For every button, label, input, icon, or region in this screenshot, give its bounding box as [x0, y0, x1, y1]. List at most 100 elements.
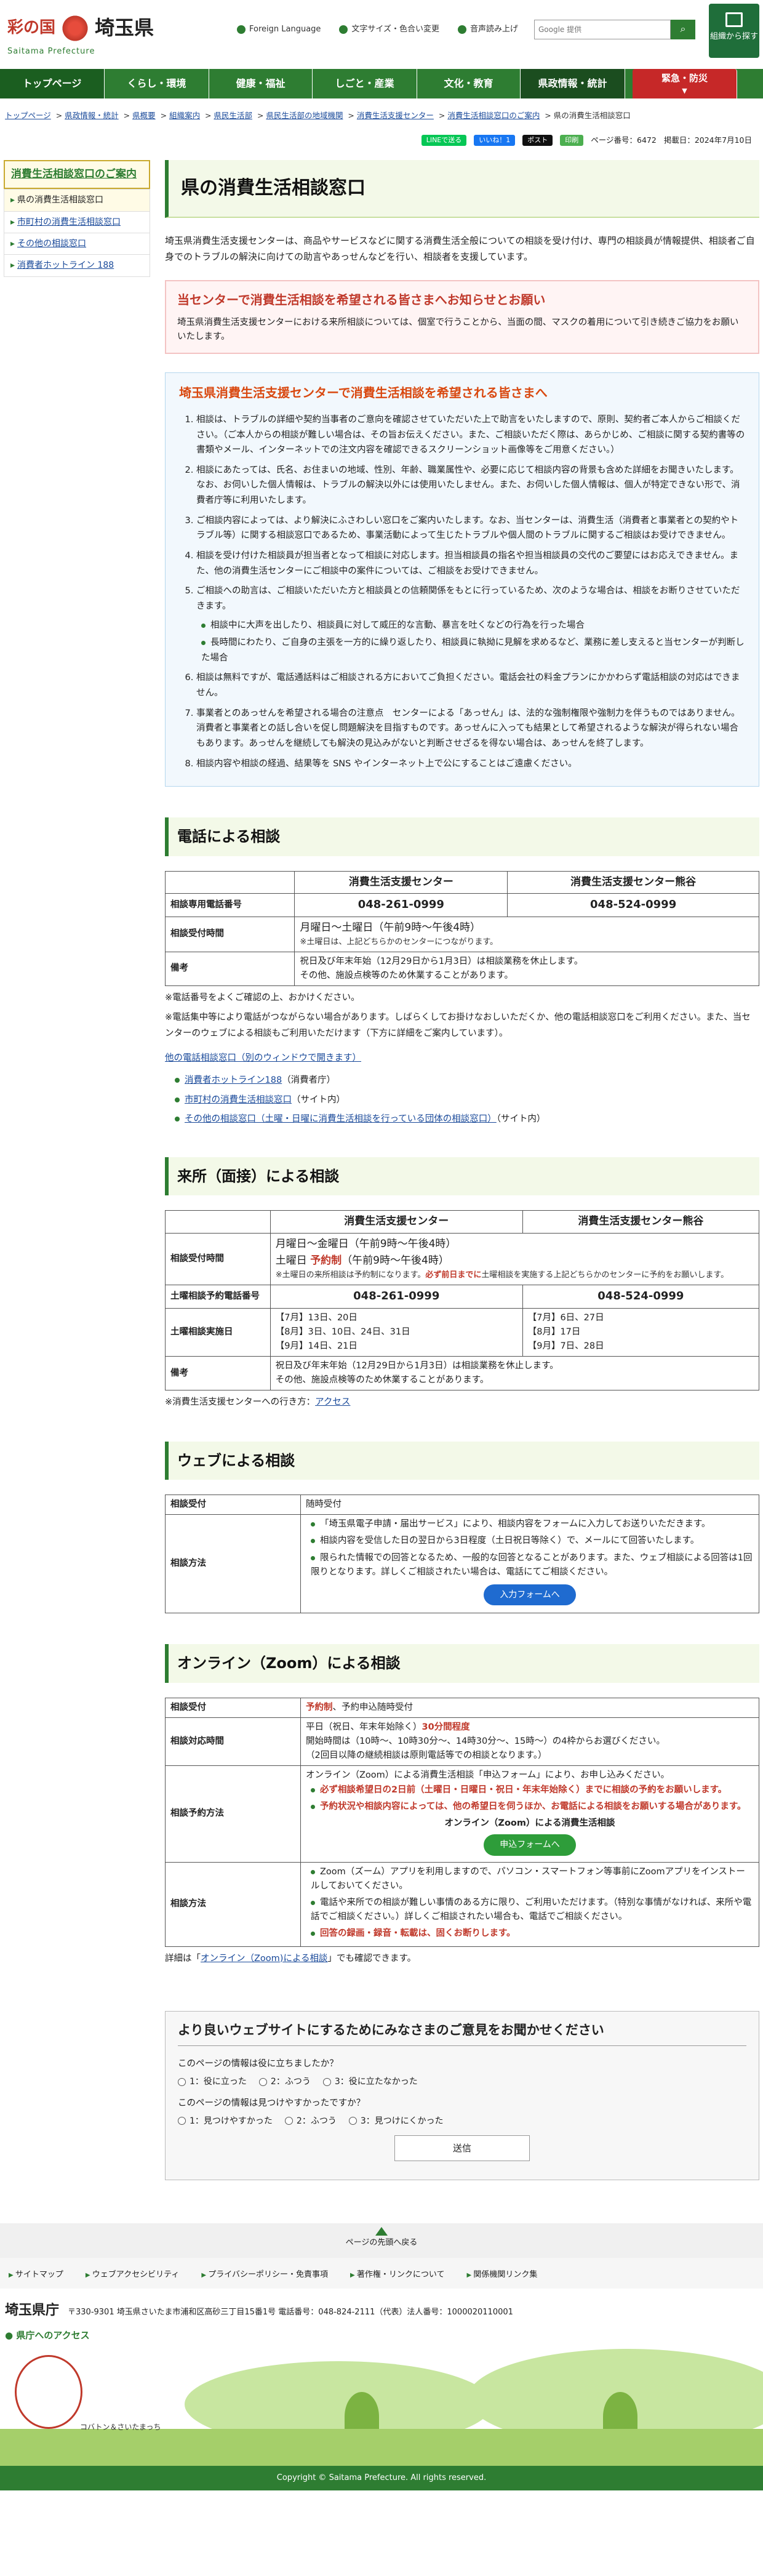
hotline-link[interactable]: 消費者ホットライン188: [185, 1075, 282, 1085]
page-top-label: ページの先頭へ戻る: [345, 2238, 418, 2248]
breadcrumb-separator: >: [158, 111, 170, 120]
access-link[interactable]: アクセス: [315, 1397, 350, 1407]
zoom-method-item: Zoom（ズーム）アプリを利用しますので、パソコン・スマートフォン等事前にZoo…: [311, 1865, 754, 1893]
access-note: ※消費生活支援センターへの行き方：アクセス: [165, 1394, 759, 1410]
breadcrumb-item[interactable]: トップページ: [5, 111, 51, 120]
breadcrumb-item[interactable]: 県概要: [132, 111, 156, 120]
zoom-method-cell: Zoom（ズーム）アプリを利用しますので、パソコン・スマートフォン等事前にZoo…: [300, 1861, 759, 1947]
municipal-link[interactable]: 市町村の消費生活相談窓口: [185, 1095, 292, 1105]
org-search-label: 組織から探す: [709, 32, 758, 41]
zoom-detail-link[interactable]: オンライン（Zoom)による相談: [201, 1954, 328, 1964]
row-header: 相談受付: [165, 1697, 301, 1718]
footer-link[interactable]: サイトマップ: [9, 2269, 63, 2289]
nav-living[interactable]: くらし・環境: [105, 69, 209, 98]
remark-cell: 祝日及び年末年始（12月29日から1月3日）は相談業務を休止します。 その他、施設…: [270, 1356, 760, 1391]
print-button[interactable]: 印刷: [560, 135, 584, 146]
row-header: 土曜相談実施日: [165, 1307, 271, 1357]
nav-top[interactable]: トップページ: [0, 69, 105, 98]
sidebar-title[interactable]: 消費生活相談窓口のご案内: [4, 160, 150, 190]
sidebar-item-label[interactable]: その他の相談窓口: [17, 239, 86, 249]
other-windows-label[interactable]: 他の電話相談窓口（別のウィンドウで開きます）: [165, 1053, 361, 1063]
breadcrumb: トップページ > 県政情報・統計 > 県概要 > 組織案内 > 県民生活部 > …: [0, 98, 763, 126]
rule-item: ご相談内容によっては、より解決にふさわしい窓口をご案内いたします。なお、当センタ…: [196, 513, 745, 544]
date-line: 【7月】13日、20日: [275, 1312, 358, 1323]
breadcrumb-separator: >: [121, 111, 133, 120]
nav-work[interactable]: しごと・産業: [313, 69, 417, 98]
zoom-detail-prefix: 詳細は「: [165, 1953, 201, 1964]
line-share-button[interactable]: LINEで送る: [421, 135, 467, 146]
breadcrumb-item[interactable]: 県政情報・統計: [65, 111, 119, 120]
hours-note: ※土曜日は、上記どちらかのセンターにつながります。: [300, 937, 498, 947]
dates-cell: 【7月】13日、20日 【8月】3日、10日、24日、31日 【9月】14日、21日: [270, 1307, 523, 1357]
survey-radio[interactable]: 1：見つけやすかった: [178, 2114, 273, 2128]
font-size-icon: [339, 25, 348, 34]
mascot-label: コバトン＆さいたまっち: [80, 2422, 161, 2431]
x-post-button[interactable]: ポスト: [522, 135, 553, 146]
rule-item: 相談は無料ですが、電話通話料はご相談される方においてご負担ください。電話会社の料…: [196, 670, 745, 700]
web-table: 相談受付 随時受付 相談方法 「埼玉県電子申請・届出サービス」により、相談内容をフ…: [165, 1494, 759, 1614]
sidebar-item-label[interactable]: 消費者ホットライン 188: [17, 260, 114, 270]
breadcrumb-item: 県の消費生活相談窓口: [553, 111, 631, 120]
survey-radio[interactable]: 3：見つけにくかった: [349, 2114, 444, 2128]
sidebar-item[interactable]: ▸ その他の相談窓口: [4, 232, 150, 254]
rule-item: 相談にあたっては、氏名、お住まいの地域、性別、年齢、職業属性や、必要に応じて相談…: [196, 463, 745, 508]
access-prefix: ※消費生活支援センターへの行き方：: [165, 1397, 316, 1408]
other-window-link[interactable]: その他の相談窓口（土曜・日曜に消費生活相談を行っている団体の相談窓口）: [185, 1114, 497, 1124]
web-method-item: 「埼玉県電子申請・届出サービス」により、相談内容をフォームに入力してお送りいただ…: [311, 1517, 754, 1531]
row-header: 相談受付時間: [164, 916, 295, 952]
facebook-like-button[interactable]: いいね！1: [474, 135, 516, 146]
survey-radio[interactable]: 3：役に立たなかった: [323, 2075, 418, 2088]
survey-submit-button[interactable]: 送信: [394, 2135, 530, 2162]
survey-radio[interactable]: 2：ふつう: [259, 2075, 311, 2088]
emergency-button[interactable]: 緊急・防災 ▼: [633, 69, 737, 98]
sidebar-item[interactable]: ▸ 消費者ホットライン 188: [4, 254, 150, 276]
site-logo[interactable]: 彩の国 埼玉県 Saitama Prefecture: [7, 12, 154, 56]
apply-form-button[interactable]: 申込フォームへ: [484, 1834, 576, 1856]
saturday-hours: 土曜日 予約制（午前9時～午後4時）: [276, 1253, 754, 1269]
footer-link[interactable]: 著作権・リンクについて: [350, 2269, 445, 2289]
font-size-link[interactable]: 文字サイズ・色合い変更: [339, 23, 439, 36]
up-arrow-icon: [375, 2227, 388, 2236]
breadcrumb-item[interactable]: 消費生活支援センター: [357, 111, 434, 120]
search-icon: ⌕: [680, 24, 686, 34]
date-line: 【8月】3日、10日、24日、31日: [275, 1326, 410, 1337]
nav-health[interactable]: 健康・福祉: [209, 69, 313, 98]
hours-text: 月曜日～金曜日（午前9時～午後4時）: [275, 1237, 457, 1250]
office-name: 埼玉県庁: [5, 2303, 60, 2319]
input-form-button[interactable]: 入力フォームへ: [484, 1584, 576, 1606]
breadcrumb-item[interactable]: 県民生活部: [214, 111, 253, 120]
rule-item: ご相談への助言は、ご相談いただいた方と相談員との信頼関係をもとに行っているため、…: [196, 584, 745, 665]
footer-link[interactable]: ウェブアクセシビリティ: [86, 2269, 180, 2289]
remark-text: 祝日及び年末年始（12月29日から1月3日）は相談業務を休止します。: [300, 956, 583, 966]
sidebar-item-label[interactable]: 市町村の消費生活相談窓口: [17, 217, 121, 227]
nav-culture[interactable]: 文化・教育: [417, 69, 521, 98]
voice-link[interactable]: 音声読み上げ: [458, 23, 518, 36]
footer-link[interactable]: 関係機関リンク集: [466, 2269, 537, 2289]
prefectural-office-access-link[interactable]: ● 県庁へのアクセス: [5, 2328, 758, 2343]
zoom-followup: （2回目以降の継続相談は原則電話等での相談となります。）: [306, 1751, 547, 1761]
footer-link[interactable]: プライバシーポリシー・免責事項: [201, 2269, 328, 2289]
sidebar-item[interactable]: ▸ 市町村の消費生活相談窓口: [4, 211, 150, 233]
zoom-accept-text: 、予約申込随時受付: [332, 1702, 413, 1712]
hours-note-text: 土曜相談を実施する上記どちらかのセンターに予約をお願いします。: [481, 1270, 729, 1280]
web-section-title: ウェブによる相談: [165, 1441, 759, 1480]
org-search-button[interactable]: 組織から探す: [709, 4, 759, 58]
survey-question: このページの情報は役に立ちましたか？: [178, 2059, 338, 2069]
sidebar-item[interactable]: ▸ 県の消費生活相談窓口: [4, 189, 150, 211]
phone-note: ※電話番号をよくご確認の上、おかけください。: [165, 993, 360, 1003]
zoom-days: 平日（祝日、年末年始除く）: [306, 1722, 422, 1732]
nav-government[interactable]: 県政情報・統計: [521, 69, 625, 98]
breadcrumb-item[interactable]: 県民生活部の地域機関: [266, 111, 343, 120]
foreign-language-link[interactable]: Foreign Language: [237, 23, 321, 36]
survey-title: より良いウェブサイトにするためにみなさまのご意見をお聞かせください: [178, 2020, 746, 2047]
other-links: 消費者ホットライン188（消費者庁） 市町村の消費生活相談窓口（サイト内） その…: [165, 1073, 759, 1126]
search-input[interactable]: [534, 20, 671, 39]
survey-radio[interactable]: 1：役に立った: [178, 2075, 247, 2088]
page-top-link[interactable]: ページの先頭へ戻る: [0, 2223, 763, 2258]
breadcrumb-item[interactable]: 消費生活相談窓口のご案内: [447, 111, 540, 120]
search-button[interactable]: ⌕: [671, 20, 695, 39]
hours-note: ※土曜日の来所相談は予約制になります。必ず前日までに土曜相談を実施する上記どちら…: [276, 1269, 754, 1282]
survey-radio[interactable]: 2：ふつう: [285, 2114, 337, 2128]
breadcrumb-item[interactable]: 組織案内: [169, 111, 200, 120]
row-header: 相談受付: [165, 1494, 301, 1515]
